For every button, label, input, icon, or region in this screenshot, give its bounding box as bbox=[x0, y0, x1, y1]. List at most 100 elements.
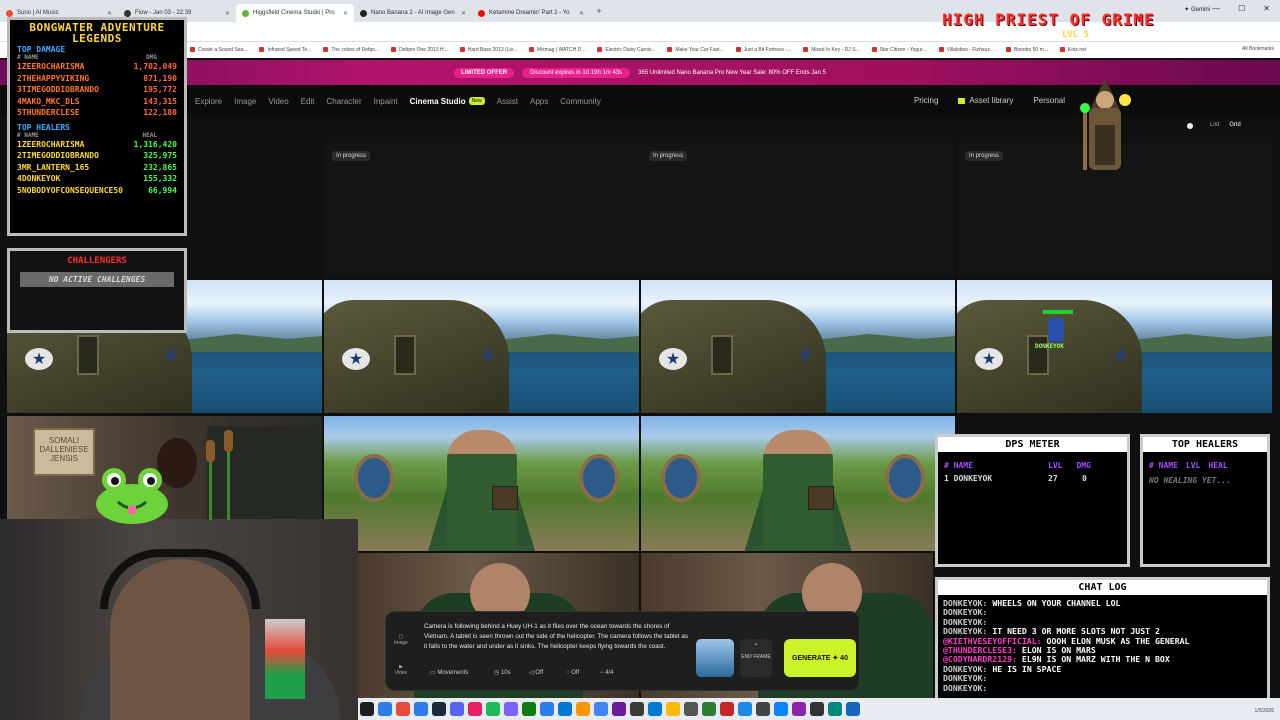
bookmark-item[interactable]: Mixed In Key - DJ S... bbox=[803, 47, 859, 53]
bookmark-item[interactable]: Villalobos - Fizheuz... bbox=[939, 47, 994, 53]
promo-message: 365 Unlimited Nano Banana Pro New Year S… bbox=[638, 69, 826, 76]
dps-header: # NAME LVL DMG bbox=[938, 452, 1127, 470]
maximize-icon[interactable]: ☐ bbox=[1238, 4, 1245, 13]
youtube-favicon-icon bbox=[478, 9, 485, 17]
taskbar-app-icon[interactable] bbox=[450, 702, 464, 716]
helicopter-video-thumbnail[interactable]: ★ bbox=[324, 280, 639, 413]
chat-text: HE IS IN SPACE bbox=[992, 663, 1062, 674]
bookmark-item[interactable]: Bonobo 50 m... bbox=[1006, 47, 1048, 53]
movements-button[interactable]: ▭ Movements bbox=[430, 668, 468, 679]
bookmark-item[interactable]: Infrared Speed Te... bbox=[259, 47, 311, 53]
taskbar-app-icon[interactable] bbox=[504, 702, 518, 716]
bookmark-item[interactable]: Star Citizen - Yogur... bbox=[872, 47, 927, 53]
taskbar-app-icon[interactable] bbox=[522, 702, 536, 716]
dps-lvl: 27 bbox=[1048, 474, 1058, 483]
audio-toggle[interactable]: ◁ Off bbox=[529, 668, 543, 679]
header-heal: HEAL bbox=[142, 131, 157, 139]
nav-apps[interactable]: Apps bbox=[530, 97, 548, 106]
helicopter-video-thumbnail[interactable]: ★ bbox=[957, 280, 1272, 413]
close-icon[interactable]: ✕ bbox=[461, 10, 466, 17]
bookmark-item[interactable]: Mixmag | WATCH D... bbox=[529, 47, 586, 53]
nav-edit[interactable]: Edit bbox=[301, 97, 315, 106]
bookmark-item[interactable]: Defqon One 2013 H... bbox=[391, 47, 448, 53]
nav-assist[interactable]: Assist bbox=[497, 97, 518, 106]
player-name: 3MR_LANTERN_165 bbox=[17, 162, 90, 172]
generation-in-progress[interactable]: In progress bbox=[641, 143, 955, 278]
taskbar-app-icon[interactable] bbox=[486, 702, 500, 716]
close-icon[interactable]: ✕ bbox=[225, 10, 230, 17]
taskbar-app-icon[interactable] bbox=[756, 702, 770, 716]
taskbar-app-icon[interactable] bbox=[378, 702, 392, 716]
taskbar-app-icon[interactable] bbox=[558, 702, 572, 716]
nav-cinema-studio[interactable]: Cinema Studio bbox=[410, 97, 466, 106]
personal-workspace-button[interactable]: Personal bbox=[1033, 96, 1065, 105]
taskbar-app-icon[interactable] bbox=[666, 702, 680, 716]
bookmark-item[interactable]: Just a Bit Fortress -... bbox=[736, 47, 792, 53]
minimize-icon[interactable]: — bbox=[1212, 4, 1220, 13]
new-badge: New bbox=[468, 97, 485, 105]
taskbar-app-icon[interactable] bbox=[360, 702, 374, 716]
taskbar-app-icon[interactable] bbox=[828, 702, 842, 716]
new-tab-button[interactable]: + bbox=[590, 6, 608, 16]
count-stepper[interactable]: − 4/4 bbox=[600, 668, 614, 679]
browser-tab[interactable]: Nano Banana 2 - AI Image Gen ✕ bbox=[354, 4, 472, 22]
generate-button[interactable]: GENERATE ✦ 40 bbox=[784, 639, 856, 677]
pricing-link[interactable]: Pricing bbox=[914, 96, 938, 105]
all-bookmarks-link[interactable]: All Bookmarks bbox=[1242, 46, 1274, 52]
prompt-input[interactable]: Camera is following behind a Huey UH-1 a… bbox=[424, 622, 689, 651]
nav-inpaint[interactable]: Inpaint bbox=[374, 97, 398, 106]
bookmark-item[interactable]: Make Your Car Fast... bbox=[667, 47, 723, 53]
taskbar-app-icon[interactable] bbox=[648, 702, 662, 716]
taskbar-app-icon[interactable] bbox=[684, 702, 698, 716]
generation-in-progress[interactable]: In progress bbox=[324, 143, 639, 278]
close-icon[interactable]: ✕ bbox=[107, 10, 112, 17]
taskbar-app-icon[interactable] bbox=[612, 702, 626, 716]
taskbar-app-icon[interactable] bbox=[468, 702, 482, 716]
close-icon[interactable]: ✕ bbox=[579, 10, 584, 17]
nav-explore[interactable]: Explore bbox=[195, 97, 222, 106]
asset-library-button[interactable]: Asset library bbox=[958, 96, 1013, 105]
taskbar-app-icon[interactable] bbox=[414, 702, 428, 716]
chat-message: DONKEYOK: WHEELS ON YOUR CHANNEL LOL bbox=[943, 598, 1262, 608]
bookmark-item[interactable]: Create a Sound Sea... bbox=[190, 47, 247, 53]
nav-video[interactable]: Video bbox=[268, 97, 288, 106]
image-mode-button[interactable]: ▢ Image bbox=[392, 634, 410, 646]
bookmark-item[interactable]: Hard Bass 2013 (Liv... bbox=[460, 47, 517, 53]
taskbar-app-icon[interactable] bbox=[540, 702, 554, 716]
helicopter-video-thumbnail[interactable]: ★ bbox=[641, 280, 955, 413]
duration-button[interactable]: ◷ 10s bbox=[494, 668, 511, 679]
nav-image[interactable]: Image bbox=[234, 97, 256, 106]
close-window-icon[interactable]: ✕ bbox=[1263, 4, 1270, 13]
nav-character[interactable]: Character bbox=[326, 97, 361, 106]
browser-tab[interactable]: Ketamine Dreamin' Part 2 - Yo ✕ bbox=[472, 4, 590, 22]
taskbar-app-icon[interactable] bbox=[792, 702, 806, 716]
taskbar-app-icon[interactable] bbox=[396, 702, 410, 716]
avatar-name: DONKEYOK bbox=[1035, 343, 1064, 350]
nav-community[interactable]: Community bbox=[560, 97, 600, 106]
grid-view-button[interactable]: Grid bbox=[1229, 122, 1240, 128]
start-frame-thumbnail[interactable] bbox=[696, 639, 734, 677]
taskbar-app-icon[interactable] bbox=[630, 702, 644, 716]
bookmark-item[interactable]: Electric Daisy Carniv... bbox=[597, 47, 655, 53]
taskbar-app-icon[interactable] bbox=[576, 702, 590, 716]
status-dot bbox=[1187, 123, 1193, 129]
taskbar-app-icon[interactable] bbox=[720, 702, 734, 716]
list-view-button[interactable]: List bbox=[1210, 122, 1219, 128]
hobbit-video-thumbnail[interactable] bbox=[324, 416, 639, 551]
browser-tab-active[interactable]: Higgsfield Cinema Studio | Pro ✕ bbox=[236, 4, 354, 22]
taskbar-app-icon[interactable] bbox=[594, 702, 608, 716]
taskbar-app-icon[interactable] bbox=[846, 702, 860, 716]
taskbar-app-icon[interactable] bbox=[810, 702, 824, 716]
end-frame-button[interactable]: + END FRAME bbox=[740, 639, 772, 677]
bookmark-item[interactable]: The colors of Defqo... bbox=[323, 47, 379, 53]
taskbar-app-icon[interactable] bbox=[432, 702, 446, 716]
slowmo-toggle[interactable]: ◌ Off bbox=[566, 668, 579, 679]
taskbar-app-icon[interactable] bbox=[774, 702, 788, 716]
taskbar-app-icon[interactable] bbox=[702, 702, 716, 716]
close-icon[interactable]: ✕ bbox=[343, 10, 348, 17]
taskbar-app-icon[interactable] bbox=[738, 702, 752, 716]
bookmark-item[interactable]: Kotz.net bbox=[1060, 47, 1086, 53]
video-mode-button[interactable]: ▶ Video bbox=[392, 664, 410, 676]
gemini-button[interactable]: ✦ Gemini bbox=[1184, 6, 1210, 13]
hobbit-video-thumbnail[interactable] bbox=[641, 416, 955, 551]
